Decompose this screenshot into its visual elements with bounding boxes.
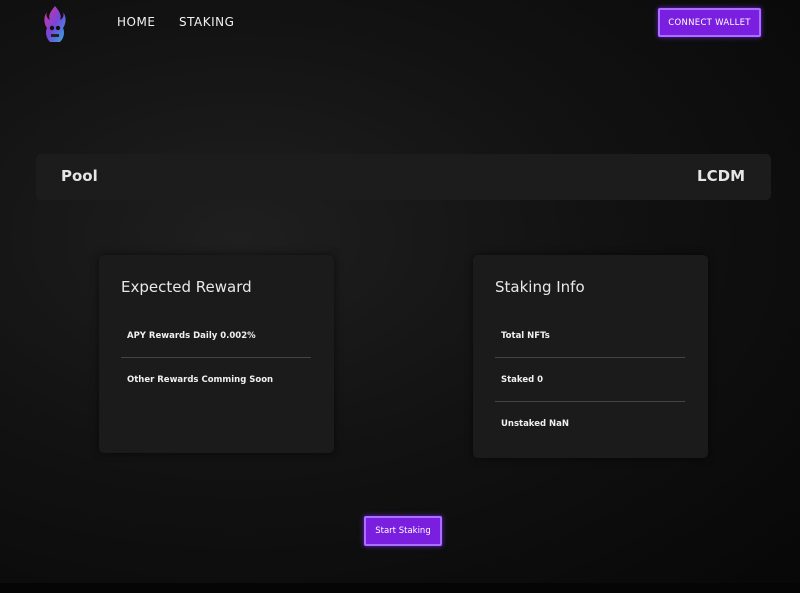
divider (495, 357, 685, 358)
expected-reward-card: Expected Reward APY Rewards Daily 0.002%… (99, 255, 334, 453)
connect-wallet-button[interactable]: CONNECT WALLET (658, 8, 761, 37)
flame-skull-logo-icon[interactable] (40, 4, 70, 44)
pool-label: Pool (61, 167, 98, 185)
total-nfts-row: Total NFTs (501, 331, 550, 341)
staked-row: Staked 0 (501, 375, 544, 385)
expected-reward-title: Expected Reward (121, 278, 252, 296)
staking-info-title: Staking Info (495, 278, 585, 296)
start-staking-button[interactable]: Start Staking (364, 516, 442, 546)
nav-staking-link[interactable]: STAKING (179, 15, 234, 29)
other-rewards-row: Other Rewards Comming Soon (127, 375, 274, 385)
pool-token: LCDM (697, 167, 745, 185)
unstaked-row: Unstaked NaN (501, 419, 570, 429)
nav-home-link[interactable]: HOME (117, 15, 155, 29)
divider (121, 357, 311, 358)
divider (495, 401, 685, 402)
bottom-strip (0, 583, 800, 593)
staking-page: HOME STAKING CONNECT WALLET Pool LCDM Ex… (0, 0, 800, 593)
pool-bar: Pool LCDM (36, 154, 771, 200)
staking-info-card: Staking Info Total NFTs Staked 0 Unstake… (473, 255, 708, 458)
apy-rewards-row: APY Rewards Daily 0.002% (127, 331, 256, 341)
